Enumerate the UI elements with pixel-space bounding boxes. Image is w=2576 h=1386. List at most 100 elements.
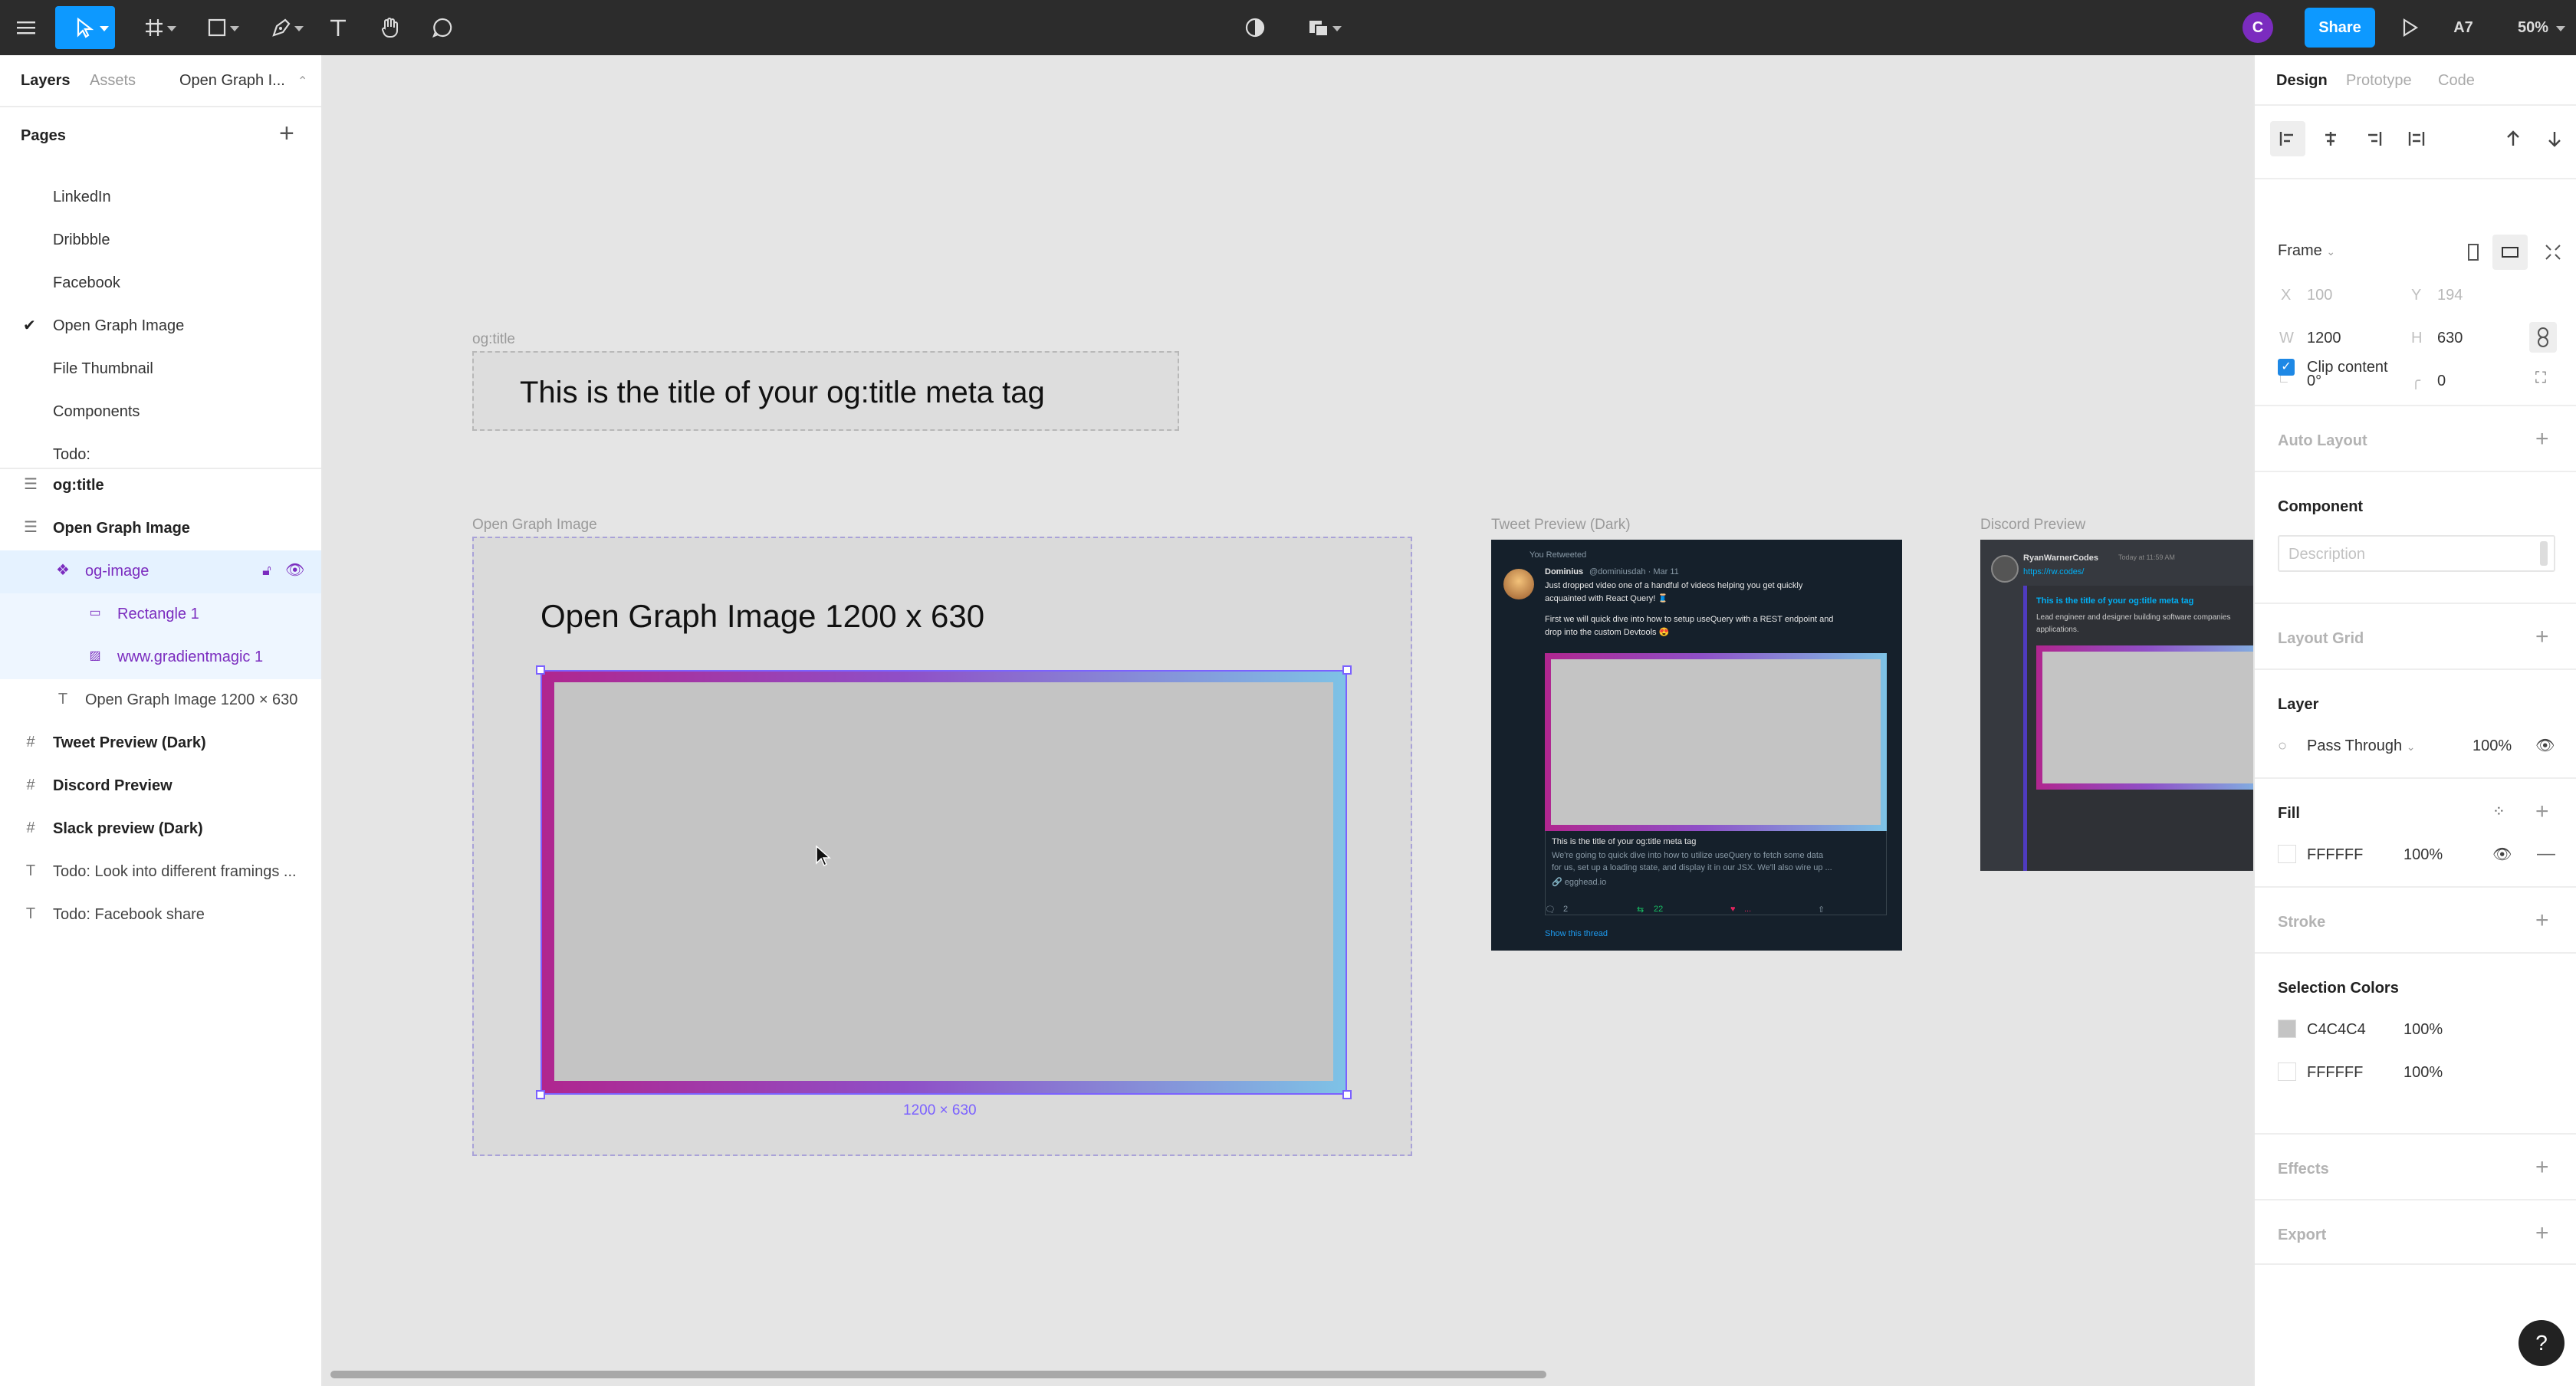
frame-tool-button[interactable] <box>130 6 178 49</box>
resize-handle-tr[interactable] <box>1342 665 1352 675</box>
eye-icon[interactable]: 👁︎ <box>2535 736 2555 755</box>
align-right-icon[interactable] <box>2356 121 2391 156</box>
align-center-icon[interactable] <box>2313 121 2348 156</box>
layer-todo-facebook[interactable]: T Todo: Facebook share <box>0 894 321 937</box>
add-export-icon[interactable]: + <box>2535 1222 2549 1245</box>
layer-todo-framings[interactable]: T Todo: Look into different framings ... <box>0 851 321 894</box>
text-tool-button[interactable] <box>320 6 356 49</box>
page-item-file-thumbnail[interactable]: File Thumbnail <box>0 348 321 391</box>
og-title-frame-label[interactable]: og:title <box>472 331 515 348</box>
layer-gradientmagic[interactable]: ▨ www.gradientmagic 1 <box>0 636 321 679</box>
clip-content-checkbox[interactable]: ✓ <box>2278 359 2295 376</box>
layer-opacity-field[interactable]: 100% <box>2472 737 2512 755</box>
boolean-ops-button[interactable] <box>1291 6 1348 49</box>
main-menu-icon[interactable] <box>11 6 41 49</box>
og-heading-text[interactable]: Open Graph Image 1200 x 630 <box>540 598 984 635</box>
tab-current-page[interactable]: Open Graph I... <box>179 72 285 90</box>
comment-tool-button[interactable] <box>425 6 460 49</box>
h-field[interactable]: 630 <box>2437 330 2463 347</box>
canvas[interactable]: og:title This is the title of your og:ti… <box>323 55 2253 1386</box>
style-grid-icon[interactable]: ⁘ <box>2492 802 2505 821</box>
share-button[interactable]: Share <box>2305 8 2375 48</box>
tab-prototype[interactable]: Prototype <box>2346 72 2412 90</box>
page-item-open-graph-image[interactable]: ✔ Open Graph Image <box>0 305 321 348</box>
og-title-text[interactable]: This is the title of your og:title meta … <box>520 376 1045 410</box>
unlock-icon[interactable]: 🔓︎ <box>258 561 276 580</box>
chevron-up-icon[interactable]: ⌃ <box>297 74 307 89</box>
independent-corners-icon[interactable]: ⛶ <box>2535 369 2546 387</box>
add-auto-layout-icon[interactable]: + <box>2535 428 2549 451</box>
portrait-button[interactable] <box>2456 235 2491 270</box>
pen-tool-button[interactable] <box>258 6 305 49</box>
add-stroke-icon[interactable]: + <box>2535 909 2549 932</box>
move-tool-button[interactable] <box>55 6 115 49</box>
tweet-preview-frame[interactable]: You Retweeted Dominius @dominiusdah · Ma… <box>1491 540 1902 951</box>
constrain-proportions-button[interactable] <box>2529 322 2557 353</box>
page-item-dribbble[interactable]: Dribbble <box>0 219 321 262</box>
tab-assets[interactable]: Assets <box>90 72 136 90</box>
page-item-todo[interactable]: Todo: <box>0 434 321 468</box>
zoom-menu[interactable]: 50% <box>2501 6 2565 49</box>
layer-rectangle-1[interactable]: ▭ Rectangle 1 <box>0 593 321 636</box>
resize-handle-bl[interactable] <box>536 1090 545 1099</box>
tab-design[interactable]: Design <box>2276 72 2328 90</box>
library-badge[interactable]: A7 <box>2447 6 2479 49</box>
user-avatar[interactable]: C <box>2240 6 2275 49</box>
og-title-frame[interactable]: This is the title of your og:title meta … <box>472 351 1179 431</box>
selection-color-opacity[interactable]: 100% <box>2404 1021 2443 1039</box>
eye-icon[interactable]: 👁︎ <box>2492 845 2512 864</box>
help-button[interactable]: ? <box>2518 1320 2564 1366</box>
theme-contrast-button[interactable] <box>1237 6 1273 49</box>
selection-color-hex[interactable]: C4C4C4 <box>2307 1021 2366 1039</box>
resize-to-fit-button[interactable] <box>2535 235 2571 270</box>
add-fill-icon[interactable]: + <box>2535 800 2549 823</box>
fill-opacity-field[interactable]: 100% <box>2404 846 2443 864</box>
og-frame-label[interactable]: Open Graph Image <box>472 517 597 534</box>
hand-tool-button[interactable] <box>373 6 408 49</box>
corner-radius-field[interactable]: 0 <box>2437 373 2446 390</box>
horizontal-scrollbar[interactable] <box>330 1371 1546 1378</box>
add-effect-icon[interactable]: + <box>2535 1156 2549 1179</box>
page-item-facebook[interactable]: Facebook <box>0 262 321 305</box>
layer-og-heading-text[interactable]: T Open Graph Image 1200 × 630 <box>0 679 321 722</box>
layer-discord-preview[interactable]: # Discord Preview <box>0 765 321 808</box>
w-field[interactable]: 1200 <box>2307 330 2341 347</box>
layer-slack-preview[interactable]: # Slack preview (Dark) <box>0 808 321 851</box>
x-field[interactable]: 100 <box>2307 287 2332 304</box>
resize-handle-br[interactable] <box>1342 1090 1352 1099</box>
tab-layers[interactable]: Layers <box>21 72 71 90</box>
present-button[interactable] <box>2392 6 2427 49</box>
layer-og-image[interactable]: ❖ og-image 🔓︎ 👁︎ <box>0 550 321 593</box>
arrow-down-icon[interactable] <box>2537 121 2572 156</box>
open-graph-image-frame[interactable]: Open Graph Image 1200 x 630 1200 × 630 <box>472 537 1412 1156</box>
page-item-components[interactable]: Components <box>0 391 321 434</box>
remove-fill-icon[interactable]: — <box>2537 843 2555 865</box>
eye-icon[interactable]: 👁︎ <box>285 561 304 580</box>
fill-swatch[interactable] <box>2278 845 2296 863</box>
shape-tool-button[interactable] <box>193 6 241 49</box>
arrow-up-icon[interactable] <box>2496 121 2531 156</box>
layer-tweet-preview[interactable]: # Tweet Preview (Dark) <box>0 722 321 765</box>
layer-open-graph-image[interactable]: ☰ Open Graph Image <box>0 507 321 550</box>
selection-color-opacity[interactable]: 100% <box>2404 1064 2443 1082</box>
discord-frame-label[interactable]: Discord Preview <box>1980 517 2085 534</box>
resize-handle-tl[interactable] <box>536 665 545 675</box>
y-field[interactable]: 194 <box>2437 287 2463 304</box>
tweet-frame-label[interactable]: Tweet Preview (Dark) <box>1491 517 1631 534</box>
layer-og-title[interactable]: ☰ og:title <box>0 465 321 507</box>
distribute-icon[interactable] <box>2399 121 2434 156</box>
selection-color-hex[interactable]: FFFFFF <box>2307 1064 2363 1082</box>
description-input[interactable]: Description <box>2278 535 2555 572</box>
add-page-icon[interactable]: + <box>279 120 294 147</box>
tab-code[interactable]: Code <box>2438 72 2475 90</box>
blend-mode-dropdown[interactable]: Pass Through ⌄ <box>2307 737 2415 755</box>
landscape-button[interactable] <box>2492 235 2528 270</box>
resize-grip-icon[interactable] <box>2540 541 2548 566</box>
discord-preview-frame[interactable]: RyanWarnerCodes Today at 11:59 AM https:… <box>1980 540 2253 871</box>
align-left-button[interactable] <box>2270 121 2305 156</box>
fill-hex-field[interactable]: FFFFFF <box>2307 846 2363 864</box>
page-item-linkedin[interactable]: LinkedIn <box>0 176 321 219</box>
selection-color-swatch[interactable] <box>2278 1020 2296 1038</box>
selection-color-swatch[interactable] <box>2278 1062 2296 1081</box>
frame-dropdown[interactable]: Frame ⌄ <box>2278 242 2335 260</box>
